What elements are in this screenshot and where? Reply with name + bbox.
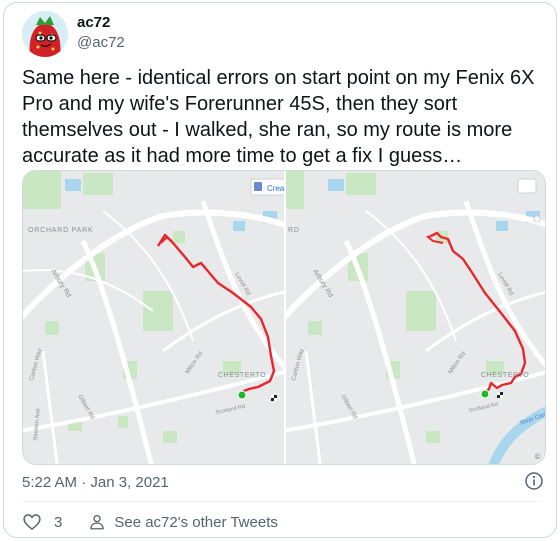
tweet-media-maps[interactable]: Crea ORCHARD PARK Arbury Rd Carlton Way …	[22, 170, 546, 465]
info-icon[interactable]	[524, 471, 544, 491]
rd-fragment-label: RD	[288, 227, 300, 234]
create-label: Crea	[267, 184, 285, 193]
tweet-timestamp[interactable]: 5:22 AM · Jan 3, 2021	[22, 474, 169, 491]
finish-flag-icon	[271, 395, 277, 401]
like-button[interactable]: 3	[22, 512, 62, 532]
tweet-actions: 3 See ac72's other Tweets	[22, 510, 278, 534]
finish-flag-icon	[497, 392, 503, 398]
author-handle[interactable]: @ac72	[77, 34, 125, 51]
like-count: 3	[54, 513, 63, 531]
see-other-tweets-label: See ac72's other Tweets	[114, 513, 278, 531]
divider	[22, 501, 543, 502]
chesterton-label: CHESTERTO	[218, 372, 266, 379]
strawberry-avatar-icon	[22, 11, 68, 57]
map-copyright: ©	[535, 453, 541, 461]
see-other-tweets-link[interactable]: See ac72's other Tweets	[88, 512, 278, 532]
tweet-card: ac72 @ac72 Same here - identical errors …	[3, 2, 557, 538]
right-map: RD Arbury Rd Carlton Way Gilbert Rd Milt…	[286, 171, 545, 464]
chesterton-label: CHESTERTO	[481, 372, 529, 379]
user-icon	[90, 514, 105, 530]
avatar[interactable]	[22, 11, 68, 57]
route-maps-image: Crea ORCHARD PARK Arbury Rd Carlton Way …	[23, 171, 545, 464]
tweet-text: Same here - identical errors on start po…	[22, 67, 535, 167]
author-display-name[interactable]: ac72	[77, 14, 110, 31]
heart-icon	[23, 514, 41, 531]
left-map: Crea ORCHARD PARK Arbury Rd Carlton Way …	[23, 171, 285, 464]
orchard-park-label: ORCHARD PARK	[28, 227, 93, 234]
